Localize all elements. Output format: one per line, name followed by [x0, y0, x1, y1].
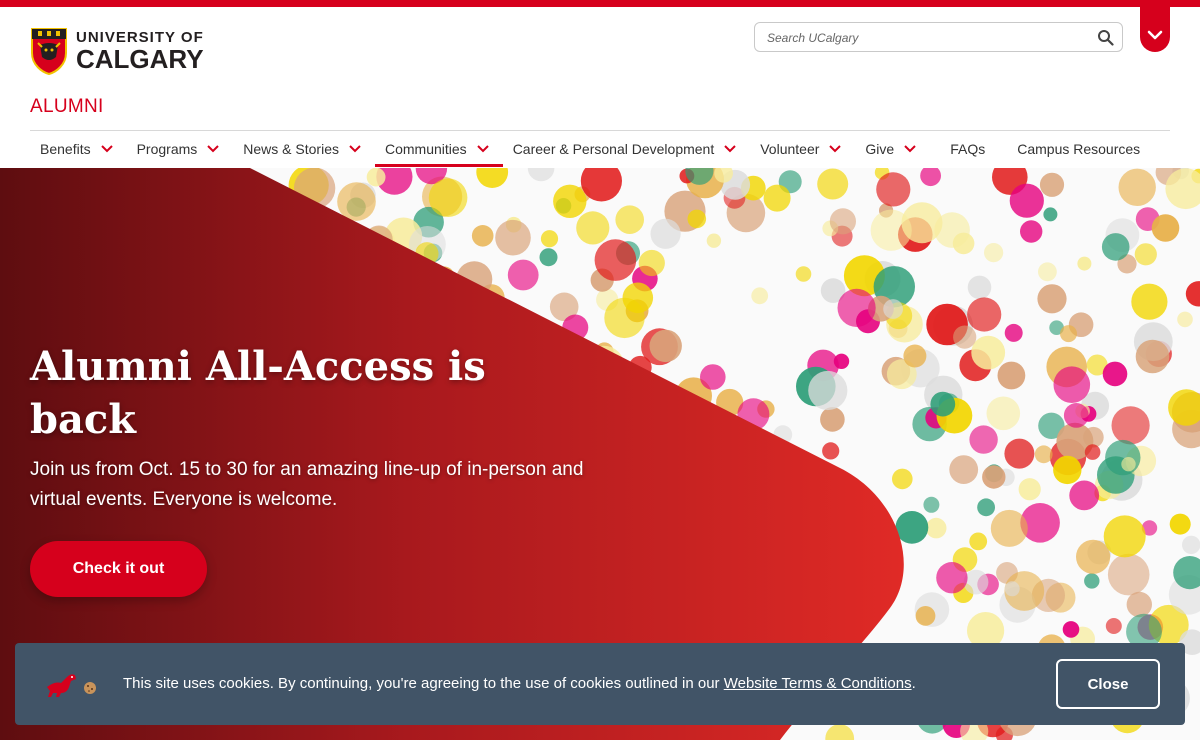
nav-item-volunteer[interactable]: Volunteer: [750, 131, 855, 167]
cookie-icon: [84, 682, 96, 694]
nav-item-communities[interactable]: Communities: [374, 131, 503, 167]
nav-item-label: FAQs: [950, 141, 986, 157]
chevron-down-icon[interactable]: [349, 145, 361, 153]
menu-toggle-ribbon[interactable]: [1140, 0, 1170, 52]
search-input[interactable]: [765, 28, 1089, 48]
nav-item-label: Campus Resources: [1017, 141, 1141, 157]
nav-item-label: Programs: [136, 141, 198, 157]
nav-item-news-stories[interactable]: News & Stories: [233, 131, 375, 167]
nav-item-label: Volunteer: [760, 141, 820, 157]
university-logo[interactable]: UNIVERSITY OF CALGARY: [30, 27, 204, 75]
nav-item-label: Benefits: [40, 141, 91, 157]
hero-subtitle: Join us from Oct. 15 to 30 for an amazin…: [30, 459, 584, 510]
nav-item-label: Give: [865, 141, 895, 157]
nav-item-label: Communities: [384, 141, 467, 157]
main-nav: Benefits Programs News & Stories Communi…: [30, 131, 1170, 167]
nav-item-give[interactable]: Give: [855, 131, 930, 167]
nav-item-campus-resources[interactable]: Campus Resources: [995, 131, 1150, 167]
top-accent-bar: [0, 0, 1200, 7]
nav-item-career-development[interactable]: Career & Personal Development: [503, 131, 751, 167]
logo-line-2: CALGARY: [76, 44, 204, 74]
hero-title: Alumni All-Access is back: [30, 343, 486, 443]
chevron-down-icon[interactable]: [904, 145, 916, 153]
nav-item-faqs[interactable]: FAQs: [930, 131, 995, 167]
nav-item-label: Career & Personal Development: [512, 141, 715, 157]
chevron-down-icon[interactable]: [476, 145, 489, 153]
section-title[interactable]: ALUMNI: [30, 96, 104, 118]
nav-item-benefits[interactable]: Benefits: [30, 131, 127, 167]
search-icon[interactable]: [1097, 29, 1114, 46]
cookie-banner: This site uses cookies. By continuing, y…: [15, 643, 1185, 725]
dinosaur-icon: [47, 674, 76, 697]
chevron-down-icon[interactable]: [207, 145, 219, 153]
nav-item-label: News & Stories: [243, 141, 339, 157]
chevron-down-icon[interactable]: [100, 145, 113, 153]
check-it-out-button[interactable]: Check it out: [30, 541, 207, 597]
chevron-down-icon[interactable]: [829, 145, 842, 153]
logo-line-1: UNIVERSITY OF: [76, 29, 204, 46]
crest-icon: [31, 28, 67, 75]
search-box: [754, 22, 1123, 52]
terms-link[interactable]: Website Terms & Conditions: [724, 675, 912, 692]
nav-item-programs[interactable]: Programs: [127, 131, 234, 167]
chevron-down-icon: [1147, 30, 1163, 40]
chevron-down-icon[interactable]: [724, 145, 736, 153]
close-button[interactable]: Close: [1056, 659, 1160, 709]
cookie-message: This site uses cookies. By continuing, y…: [123, 675, 916, 692]
